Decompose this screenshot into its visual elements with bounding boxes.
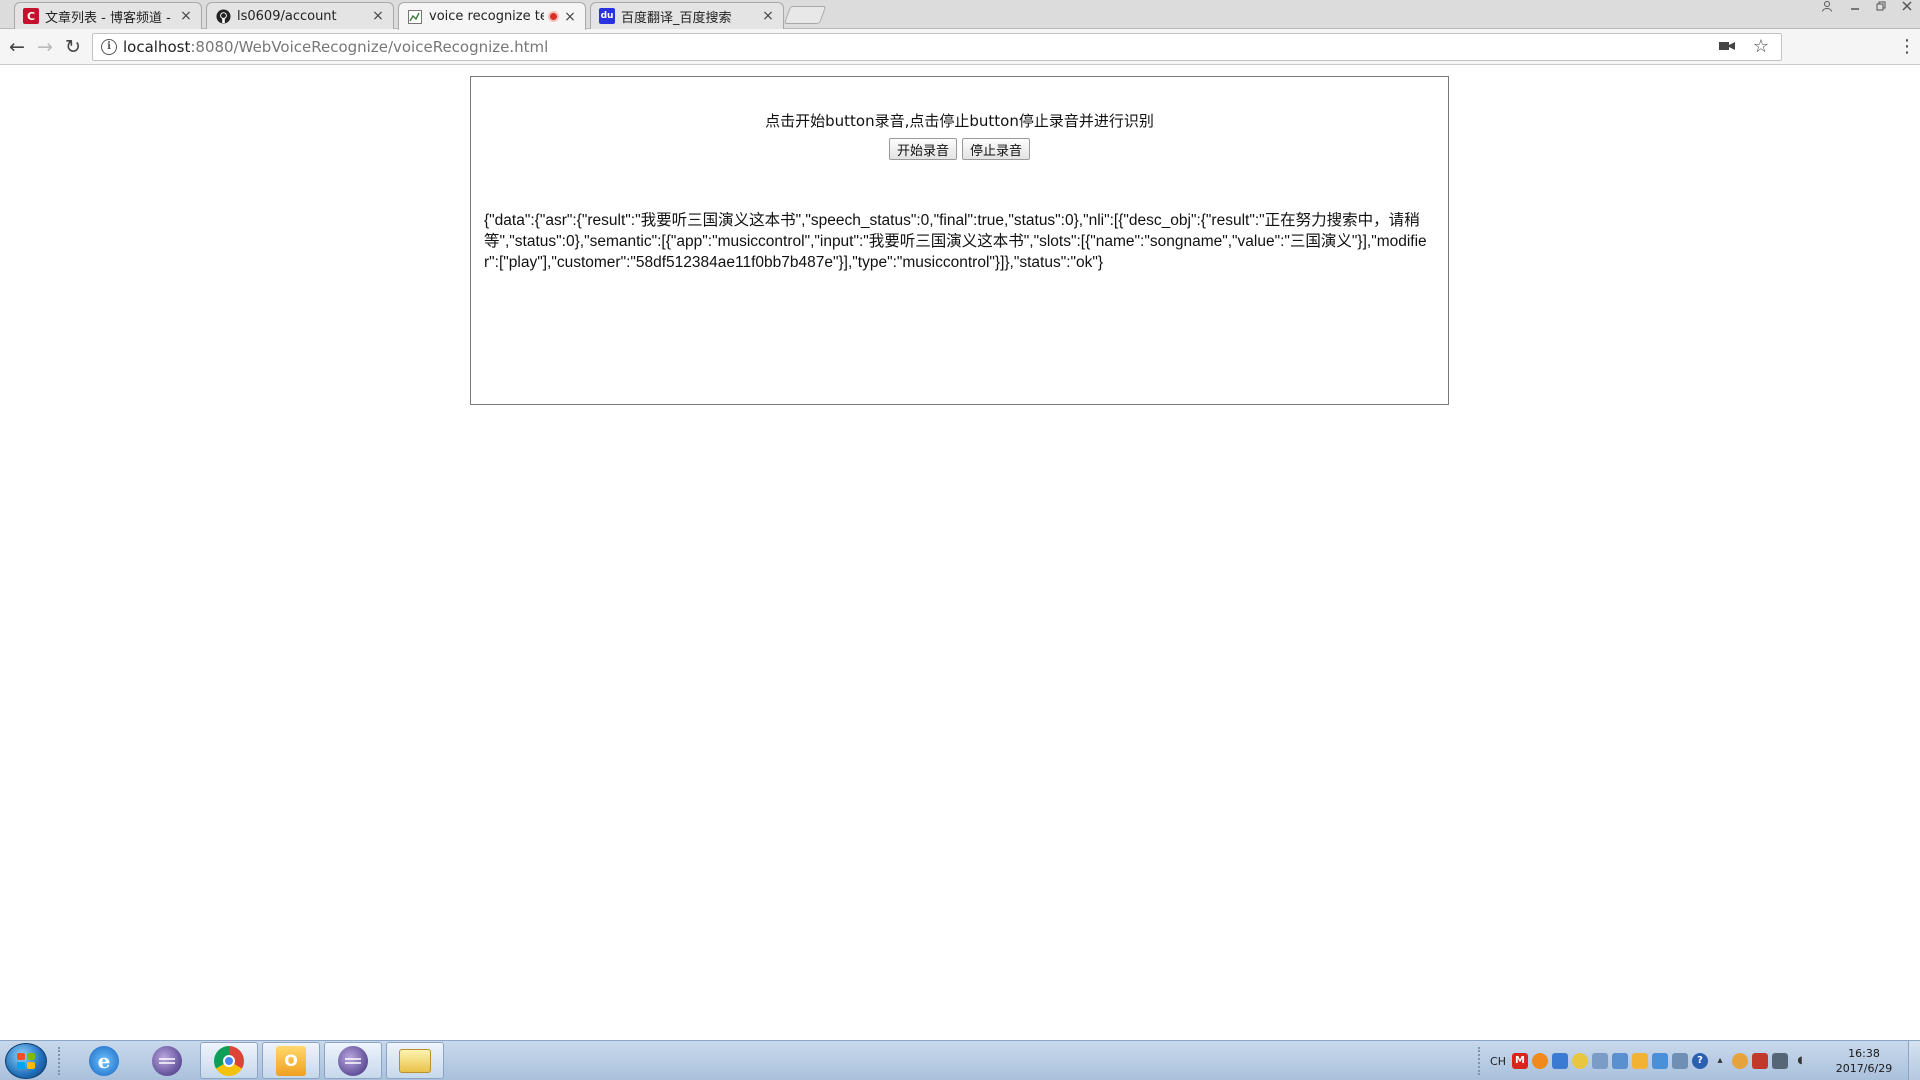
tray-window-icon[interactable] — [1672, 1053, 1688, 1069]
github-icon — [215, 8, 231, 24]
tray-keyboard-icon[interactable] — [1612, 1053, 1628, 1069]
menu-button[interactable]: ⋮ — [1898, 36, 1916, 58]
close-icon[interactable]: × — [179, 9, 193, 23]
tray-chat-icon[interactable] — [1632, 1053, 1648, 1069]
baidu-icon: du — [599, 8, 615, 24]
outlook-icon: O — [276, 1045, 306, 1076]
instructions-text: 点击开始button录音,点击停止button停止录音并进行识别 — [765, 112, 1154, 130]
button-row: 开始录音 停止录音 — [471, 138, 1448, 160]
tray-separator — [1478, 1047, 1482, 1075]
close-window-icon[interactable] — [1894, 0, 1920, 18]
system-tray: CH M ? ▴ ◖ 16:38 2017/6/29 — [1478, 1041, 1920, 1080]
user-icon[interactable] — [1812, 0, 1842, 18]
tray-tool-icon[interactable] — [1592, 1053, 1608, 1069]
tray-app-icon[interactable] — [1652, 1053, 1668, 1069]
recognize-panel: 点击开始button录音,点击停止button停止录音并进行识别 开始录音 停止… — [470, 76, 1449, 405]
recognition-result: {"data":{"asr":{"result":"我要听三国演义这本书","s… — [484, 212, 1427, 271]
windows-logo-icon — [17, 1053, 35, 1069]
tray-help-icon[interactable]: ? — [1692, 1053, 1708, 1069]
taskbar-separator — [58, 1047, 62, 1075]
tray-volume-icon[interactable]: ◖ — [1792, 1053, 1808, 1069]
address-bar[interactable]: i localhost:8080/WebVoiceRecognize/voice… — [92, 33, 1782, 61]
stop-record-button[interactable]: 停止录音 — [962, 138, 1031, 160]
taskbar-chrome[interactable] — [200, 1042, 258, 1079]
reload-button[interactable]: ↻ — [62, 36, 84, 58]
bookmark-star-icon[interactable]: ☆ — [1751, 36, 1771, 58]
tab-title: 文章列表 - 博客频道 - C — [45, 10, 175, 26]
tab-title: ls0609/account — [237, 8, 337, 24]
new-tab-button[interactable] — [783, 6, 827, 24]
start-record-button[interactable]: 开始录音 — [888, 138, 957, 160]
ie-icon: e — [89, 1045, 119, 1076]
taskbar-outlook[interactable]: O — [262, 1042, 320, 1079]
page-content: 点击开始button录音,点击停止button停止录音并进行识别 开始录音 停止… — [0, 66, 1920, 1040]
url-host: localhost — [123, 38, 191, 56]
explorer-icon — [399, 1048, 431, 1073]
start-button[interactable] — [5, 1043, 47, 1079]
tab-github[interactable]: ls0609/account × — [206, 2, 394, 29]
taskbar-eclipse[interactable] — [138, 1042, 196, 1079]
chrome-icon — [214, 1045, 244, 1076]
tray-orange-icon[interactable] — [1532, 1053, 1548, 1069]
eclipse-icon — [338, 1045, 368, 1076]
tab-csdn[interactable]: C 文章列表 - 博客频道 - C × — [14, 2, 202, 29]
url-path: :8080/WebVoiceRecognize/voiceRecognize.h… — [190, 38, 549, 56]
close-icon[interactable]: × — [761, 9, 775, 23]
close-icon[interactable]: × — [563, 10, 577, 24]
tray-moon-icon[interactable] — [1572, 1053, 1588, 1069]
taskbar-ie[interactable]: e — [75, 1042, 133, 1079]
info-icon[interactable]: i — [101, 39, 117, 55]
restore-icon[interactable] — [1868, 0, 1894, 18]
taskbar: e O CH M ? ▴ ◖ 16:38 2017/6/29 — [0, 1040, 1920, 1080]
tray-monitor-icon[interactable] — [1772, 1053, 1788, 1069]
window-controls — [1812, 0, 1920, 18]
taskbar-explorer[interactable] — [386, 1042, 444, 1079]
tray-m-icon[interactable]: M — [1512, 1053, 1528, 1069]
tray-expand-icon[interactable]: ▴ — [1712, 1053, 1728, 1069]
browser-toolbar: ← → ↻ i localhost:8080/WebVoiceRecognize… — [0, 29, 1920, 65]
ime-indicator[interactable]: CH — [1490, 1055, 1506, 1068]
tab-baidu[interactable]: du 百度翻译_百度搜索 × — [590, 2, 784, 29]
page-icon — [407, 9, 423, 25]
clock[interactable]: 16:38 2017/6/29 — [1820, 1046, 1908, 1076]
minimize-icon[interactable] — [1842, 0, 1868, 18]
show-desktop-button[interactable] — [1908, 1041, 1920, 1080]
eclipse-icon — [152, 1045, 182, 1076]
tab-title: 百度翻译_百度搜索 — [621, 10, 732, 26]
tab-title: voice recognize test — [429, 9, 544, 24]
camera-icon[interactable] — [1719, 40, 1737, 54]
back-button[interactable]: ← — [6, 36, 28, 58]
recording-indicator-icon — [548, 11, 559, 22]
close-icon[interactable]: × — [371, 9, 385, 23]
tab-voice-recognize[interactable]: voice recognize test × — [398, 2, 586, 30]
tray-network-icon[interactable] — [1552, 1053, 1568, 1069]
clock-date: 2017/6/29 — [1835, 1062, 1893, 1075]
clock-time: 16:38 — [1848, 1047, 1880, 1060]
tab-strip: C 文章列表 - 博客频道 - C × ls0609/account × voi… — [0, 0, 1920, 30]
tray-qq-icon[interactable] — [1732, 1053, 1748, 1069]
csdn-icon: C — [23, 8, 39, 24]
tray-flag-icon[interactable] — [1752, 1053, 1768, 1069]
forward-button[interactable]: → — [34, 36, 56, 58]
taskbar-eclipse-2[interactable] — [324, 1042, 382, 1079]
